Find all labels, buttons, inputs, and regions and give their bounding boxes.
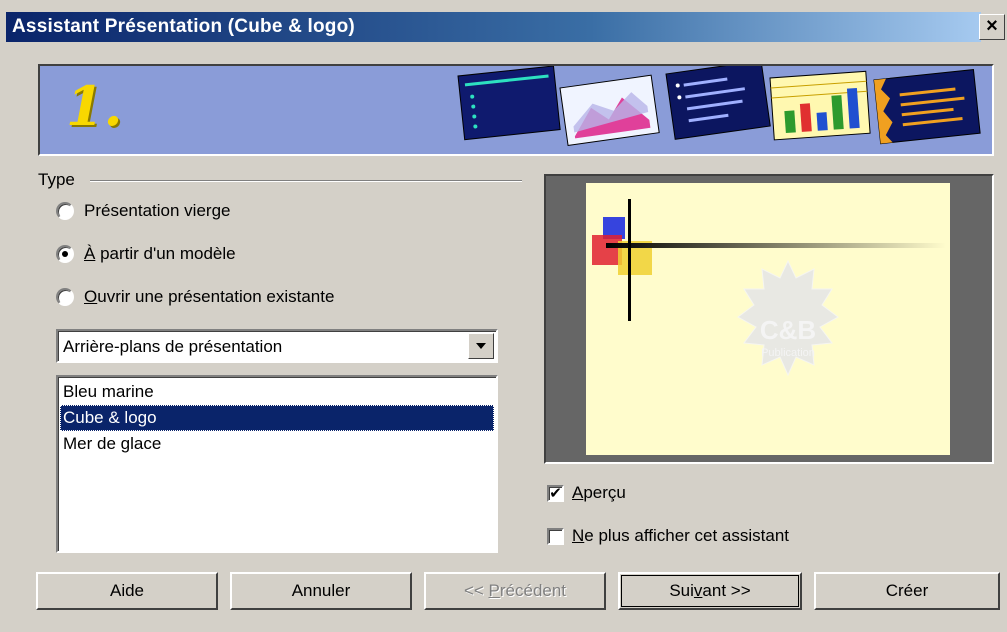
help-button[interactable]: Aide bbox=[36, 572, 218, 610]
previous-button[interactable]: << Précédent bbox=[424, 572, 606, 610]
preview-checkbox[interactable]: ✔ Aperçu bbox=[547, 483, 626, 503]
radio-button[interactable] bbox=[56, 288, 74, 306]
list-item-selected[interactable]: Cube & logo bbox=[60, 405, 494, 431]
banner-slides-illustration bbox=[457, 66, 981, 147]
radio-label: Présentation vierge bbox=[84, 201, 231, 220]
radio-blank-presentation[interactable]: Présentation vierge bbox=[56, 201, 230, 221]
template-list[interactable]: Bleu marine Cube & logo Mer de glace bbox=[56, 375, 498, 553]
checkbox-label: Aperçu bbox=[572, 483, 626, 502]
checkbox-label: Ne plus afficher cet assistant bbox=[572, 526, 790, 545]
list-item[interactable]: Bleu marine bbox=[60, 379, 494, 405]
preview-slide: C&B Publication bbox=[586, 183, 950, 455]
category-select[interactable]: Arrière-plans de présentation bbox=[56, 329, 498, 363]
chevron-down-icon[interactable] bbox=[468, 333, 494, 359]
checkbox-checked[interactable]: ✔ bbox=[547, 484, 564, 502]
slide-logo-text: C&B bbox=[759, 315, 817, 345]
list-item[interactable]: Mer de glace bbox=[60, 431, 494, 457]
title-bar: Assistant Présentation (Cube & logo) × bbox=[0, 0, 1007, 42]
radio-button[interactable] bbox=[56, 202, 74, 220]
category-select-value: Arrière-plans de présentation bbox=[63, 337, 283, 356]
type-group-divider bbox=[90, 180, 522, 182]
window-title: Assistant Présentation (Cube & logo) bbox=[12, 16, 355, 37]
radio-label: Ouvrir une présentation existante bbox=[84, 287, 335, 306]
preview-panel: C&B Publication bbox=[544, 174, 994, 464]
radio-label: À partir d'un modèle bbox=[84, 244, 236, 263]
next-button[interactable]: Suivant >> bbox=[618, 572, 802, 610]
hide-wizard-checkbox[interactable]: Ne plus afficher cet assistant bbox=[547, 526, 789, 546]
radio-button-selected[interactable] bbox=[56, 245, 74, 263]
create-button[interactable]: Créer bbox=[814, 572, 1000, 610]
wizard-banner: 1. bbox=[38, 64, 994, 156]
radio-from-template[interactable]: À partir d'un modèle bbox=[56, 244, 236, 264]
type-group-label: Type bbox=[38, 170, 75, 189]
cancel-button[interactable]: Annuler bbox=[230, 572, 412, 610]
radio-open-existing[interactable]: Ouvrir une présentation existante bbox=[56, 287, 334, 307]
checkbox[interactable] bbox=[547, 527, 564, 545]
close-button[interactable]: × bbox=[979, 14, 1005, 40]
slide-logo-subtext: Publication bbox=[761, 347, 815, 359]
